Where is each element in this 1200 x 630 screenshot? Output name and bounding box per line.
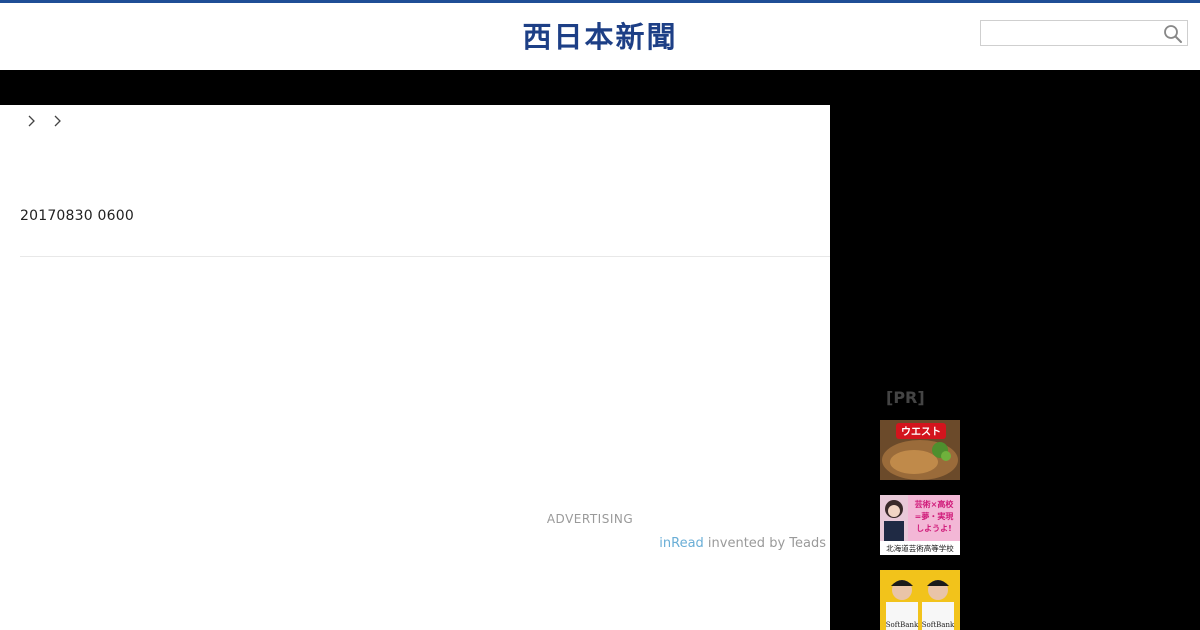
- inread-brand-link[interactable]: inRead: [659, 536, 704, 551]
- search-icon[interactable]: [1163, 24, 1183, 44]
- pr-label: [PR]: [886, 388, 925, 407]
- thumb-logo-right: SoftBank: [922, 621, 955, 629]
- pr-thumb-art-school[interactable]: 芸術×高校 =夢・実現 しようよ! 北海道芸術高等学校: [880, 495, 960, 555]
- chevron-right-icon: [24, 112, 40, 130]
- inread-credit[interactable]: inRead invented by Teads: [600, 536, 826, 551]
- pr-thumb-udon[interactable]: ウエスト: [880, 420, 960, 480]
- divider: [20, 256, 830, 257]
- thumb-caption: 北海道芸術高等学校: [886, 543, 954, 553]
- site-logo[interactable]: 西日本新聞: [510, 17, 690, 57]
- site-header: 西日本新聞: [0, 3, 1200, 70]
- inread-suffix: invented by Teads: [703, 536, 826, 551]
- thumb-logo-left: SoftBank: [886, 621, 919, 629]
- thumb-line2: =夢・実現: [915, 511, 954, 521]
- global-nav-bar: [0, 70, 1200, 105]
- article-date: 20170830 0600: [20, 208, 134, 224]
- search-box: [980, 20, 1188, 46]
- chevron-right-icon: [50, 112, 66, 130]
- search-input[interactable]: [981, 21, 1157, 45]
- pr-thumb-baseball[interactable]: SoftBank SoftBank: [880, 570, 960, 630]
- thumb-line1: 芸術×高校: [915, 499, 955, 509]
- thumb-line3: しようよ!: [916, 524, 952, 533]
- advertising-label: ADVERTISING: [546, 512, 634, 526]
- thumb-badge-text: ウエスト: [901, 426, 941, 438]
